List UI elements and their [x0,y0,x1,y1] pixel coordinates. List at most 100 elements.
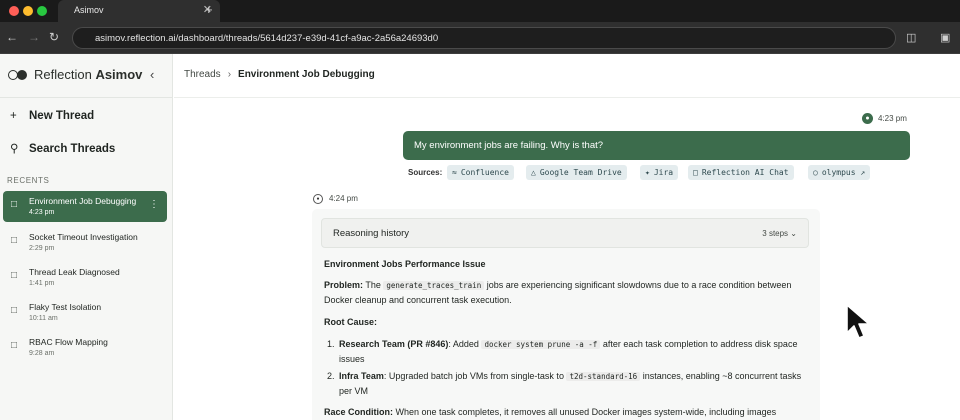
search-icon: ⚲ [10,143,19,155]
cause-label: Research Team (PR #846) [339,339,449,349]
plus-icon: + [10,110,17,122]
chat-bubble-icon: □ [11,340,18,351]
assistant-message: Reasoning history 3 steps ⌄ Environment … [312,209,820,420]
source-label: Jira [653,168,674,177]
chat-bubble-icon: □ [11,305,18,316]
race-condition-paragraph: Race Condition: When one task completes,… [324,405,810,420]
sidebar-divider [0,97,173,98]
browser-tab-bar: Asimov ✕ + [0,0,960,22]
window-close-button[interactable] [9,6,19,16]
brand-title: Reflection Asimov [34,67,142,82]
window-zoom-button[interactable] [37,6,47,16]
chat-bubble-icon: □ [11,270,18,281]
brand-prefix: Reflection [34,67,92,82]
new-thread-label: New Thread [29,110,95,122]
collapse-sidebar-chevron-icon[interactable]: ‹ [150,67,154,82]
cause-code: docker system prune -a -f [481,340,601,349]
job-name-code: generate_traces_train [383,281,485,290]
root-cause-label: Root Cause: [324,317,378,327]
cause-code: t2d-standard-16 [566,372,641,381]
cause-text-pre: : Added [448,339,479,349]
thread-time: 10:11 am [29,315,58,322]
search-threads-label: Search Threads [29,143,116,155]
external-link-icon: ↗ [860,168,866,177]
root-cause-list: Research Team (PR #846): Added docker sy… [337,337,810,399]
confluence-icon: ≈ [452,168,457,177]
recents-heading: RECENTS [7,176,50,185]
new-tab-button[interactable]: + [205,2,213,17]
sidebar-thread-flaky-test-isolation[interactable]: □ Flaky Test Isolation 10:11 am [3,297,167,328]
source-chip-jira[interactable]: ✦ Jira [640,165,679,180]
browser-toolbar: ← → ↻ asimov.reflection.ai/dashboard/thr… [0,22,960,54]
sidebar-thread-rbac-flow-mapping[interactable]: □ RBAC Flow Mapping 9:28 am [3,332,167,363]
sidebar-thread-thread-leak-diagnosed[interactable]: □ Thread Leak Diagnosed 1:41 pm [3,262,167,293]
url-text: asimov.reflection.ai/dashboard/threads/5… [95,33,439,44]
race-condition-text: When one task completes, it removes all … [395,407,777,417]
user-message-time: 4:23 pm [878,114,907,123]
chat-bubble-icon: □ [11,235,18,246]
chat-bubble-icon: □ [11,199,18,210]
answer-body: Environment Jobs Performance Issue Probl… [324,257,810,420]
source-label: olympus [821,168,856,177]
problem-text-pre: The [365,280,381,290]
source-label: Google Team Drive [539,168,622,177]
jira-icon: ✦ [645,168,650,177]
thread-view: Threads › Environment Job Debugging ● 4:23… [174,54,960,420]
reflection-logo-icon [8,70,28,80]
source-chip-olympus[interactable]: ○ olympus ↗ [808,165,871,180]
reload-icon[interactable]: ↻ [49,30,59,44]
forward-arrow-icon[interactable]: → [28,30,40,44]
breadcrumb: Threads › Environment Job Debugging [184,69,375,80]
reasoning-steps-count: 3 steps ⌄ [762,229,797,238]
window-minimize-button[interactable] [23,6,33,16]
chevron-down-icon: ⌄ [790,229,797,238]
source-label: Reflection AI Chat [701,168,789,177]
sidebar-thread-socket-timeout-investigation[interactable]: □ Socket Timeout Investigation 2:29 pm [3,227,167,258]
user-message-text: My environment jobs are failing. Why is … [414,140,604,151]
list-item: Infra Team: Upgraded batch job VMs from … [337,369,810,399]
breadcrumb-threads-link[interactable]: Threads [184,69,221,80]
thread-time: 2:29 pm [29,245,55,252]
sidebar-toggle-icon[interactable]: ▣ [940,31,950,44]
source-chip-google-team-drive[interactable]: △ Google Team Drive [526,165,627,180]
cause-text-pre: : Upgraded batch job VMs from single-tas… [383,371,564,381]
list-item: Research Team (PR #846): Added docker sy… [337,337,810,367]
mouse-pointer-icon [846,304,870,339]
thread-title: Environment Job Debugging [29,196,137,206]
source-label: Confluence [460,168,509,177]
thread-time: 4:23 pm [29,209,55,216]
user-message-bubble: My environment jobs are failing. Why is … [403,131,910,160]
brand-name: Asimov [95,67,143,82]
thread-time: 9:28 am [29,350,55,357]
header-divider [174,97,960,98]
more-options-icon[interactable]: ⋮ [149,199,159,210]
address-bar[interactable]: asimov.reflection.ai/dashboard/threads/5… [72,27,896,49]
sources-label: Sources: [408,168,443,177]
back-arrow-icon[interactable]: ← [6,30,18,44]
problem-label: Problem: [324,280,364,290]
chat-icon: □ [693,168,698,177]
thread-time: 1:41 pm [29,280,55,287]
cause-label: Infra Team [339,371,384,381]
steps-text: 3 steps [762,229,789,238]
thread-title: Thread Leak Diagnosed [29,267,120,277]
sidebar-thread-environment-job-debugging[interactable]: □ Environment Job Debugging 4:23 pm ⋮ [3,191,167,222]
extensions-icon[interactable]: ◫ [906,31,916,44]
search-threads-button[interactable]: ⚲ Search Threads [10,141,115,155]
tab-title: Asimov [74,5,104,15]
chevron-right-icon: › [227,69,232,80]
source-chip-reflection-ai-chat[interactable]: □ Reflection AI Chat [688,165,794,180]
sidebar: Reflection Asimov ‹ + New Thread ⚲ Search … [0,54,173,420]
race-condition-label: Race Condition: [324,407,393,417]
user-avatar-icon: ● [862,113,873,124]
thread-title: Socket Timeout Investigation [29,232,138,242]
new-thread-button[interactable]: + New Thread [10,110,94,122]
problem-paragraph: Problem: The generate_traces_train jobs … [324,278,810,308]
drive-icon: △ [531,168,536,177]
reasoning-history-label: Reasoning history [333,228,410,239]
source-chip-confluence[interactable]: ≈ Confluence [447,165,514,180]
thread-title: RBAC Flow Mapping [29,337,108,347]
browser-tab[interactable]: Asimov ✕ [58,0,220,22]
answer-heading: Environment Jobs Performance Issue [324,259,486,269]
reasoning-history-toggle[interactable]: Reasoning history 3 steps ⌄ [321,218,809,248]
